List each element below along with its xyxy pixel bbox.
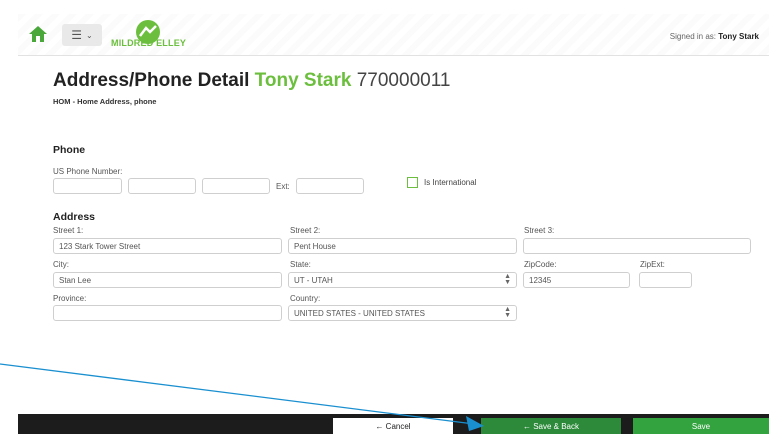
annotation-arrow: [0, 363, 484, 431]
page: ☰ ⌄ MILDRED ELLEY Signed in as: Tony Sta…: [0, 0, 769, 434]
